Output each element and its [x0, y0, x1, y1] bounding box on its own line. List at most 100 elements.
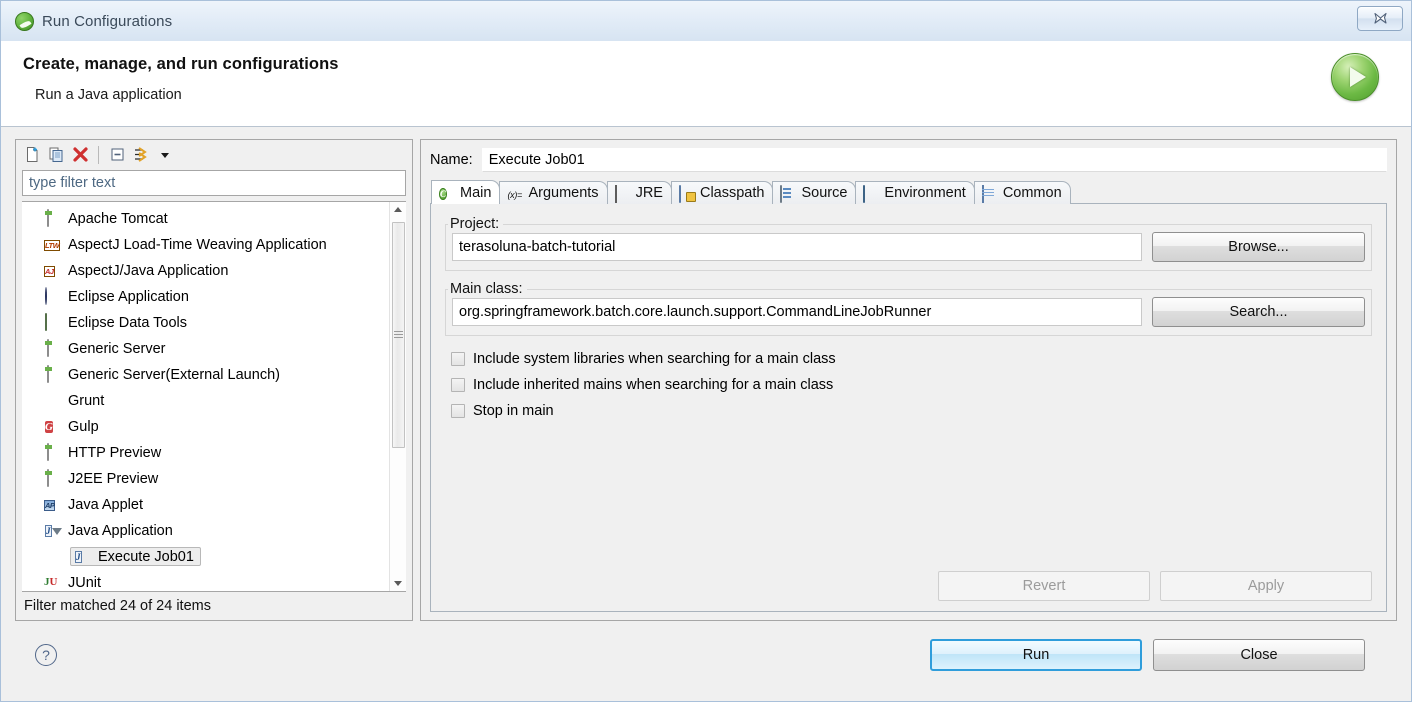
include-system-libraries-row[interactable]: Include system libraries when searching … — [445, 346, 1372, 372]
tree-item-java-application[interactable]: J Java Application — [22, 518, 389, 544]
include-system-libraries-checkbox[interactable] — [451, 352, 465, 366]
checkbox-label: Include inherited mains when searching f… — [473, 377, 834, 393]
tree-item-j2ee-preview[interactable]: J2EE Preview — [22, 466, 389, 492]
server-icon — [44, 365, 61, 384]
collapse-all-icon[interactable] — [106, 144, 128, 166]
tree-scrollbar[interactable] — [389, 201, 407, 592]
project-group: Project: Browse... — [445, 216, 1372, 271]
page-subtitle: Run a Java application — [35, 87, 182, 103]
scrollbar-grip-icon — [393, 329, 403, 340]
server-icon — [44, 339, 61, 358]
arguments-tab-icon: (x)= — [507, 189, 522, 200]
close-icon[interactable] — [1357, 6, 1403, 31]
scroll-up-arrow-icon[interactable] — [390, 202, 407, 218]
copy-page-icon[interactable] — [45, 144, 67, 166]
dialog-header: Create, manage, and run configurations R… — [1, 41, 1411, 127]
new-page-icon[interactable] — [21, 144, 43, 166]
browse-button[interactable]: Browse... — [1152, 232, 1365, 262]
server-icon — [44, 443, 61, 462]
tree-item-label: Gulp — [68, 418, 99, 435]
stop-in-main-checkbox[interactable] — [451, 404, 465, 418]
include-inherited-mains-checkbox[interactable] — [451, 378, 465, 392]
search-button[interactable]: Search... — [1152, 297, 1365, 327]
tree-item-label: Apache Tomcat — [68, 210, 168, 227]
tab-jre[interactable]: JRE — [606, 181, 672, 204]
tree-item-eclipse-data-tools[interactable]: Eclipse Data Tools — [22, 310, 389, 336]
page-title: Create, manage, and run configurations — [23, 55, 339, 73]
tree-item-gulp[interactable]: G Gulp — [22, 414, 389, 440]
tree-item-label: AspectJ/Java Application — [68, 262, 229, 279]
configuration-editor-panel: Name: C Main (x)= Arguments JRE — [420, 139, 1397, 621]
pane-spacer — [445, 424, 1372, 565]
green-run-play-icon — [1331, 53, 1379, 101]
stop-in-main-row[interactable]: Stop in main — [445, 398, 1372, 424]
common-tab-icon — [981, 184, 998, 203]
red-x-delete-icon[interactable] — [69, 144, 91, 166]
tree-item-http-preview[interactable]: HTTP Preview — [22, 440, 389, 466]
run-button[interactable]: Run — [930, 639, 1142, 671]
tree-item-generic-server[interactable]: Generic Server — [22, 336, 389, 362]
name-row: Name: — [430, 148, 1387, 172]
filter-arrow-icon[interactable] — [130, 144, 152, 166]
tree-item-generic-server-external[interactable]: Generic Server(External Launch) — [22, 362, 389, 388]
source-tab-icon — [780, 184, 796, 203]
help-question-icon[interactable]: ? — [35, 644, 57, 666]
configuration-tabs: C Main (x)= Arguments JRE Classpath Sour… — [431, 180, 1387, 204]
tree-item-eclipse-application[interactable]: Eclipse Application — [22, 284, 389, 310]
main-class-label: Main class: — [450, 281, 523, 297]
project-input[interactable] — [452, 233, 1142, 261]
tree-item-java-applet[interactable]: AP Java Applet — [22, 492, 389, 518]
tree-item-label: Generic Server — [68, 340, 166, 357]
tree-item-label: Java Applet — [68, 496, 143, 513]
tree-item-aspectj-java[interactable]: AJ AspectJ/Java Application — [22, 258, 389, 284]
tree-item-label: Eclipse Application — [68, 288, 189, 305]
main-class-group: Main class: Search... — [445, 281, 1372, 336]
tab-label: Environment — [884, 185, 966, 201]
chevron-down-icon[interactable] — [154, 144, 176, 166]
java-application-icon: J — [75, 551, 82, 564]
tab-source[interactable]: Source — [772, 181, 857, 204]
tab-label: JRE — [635, 185, 663, 201]
tab-arguments[interactable]: (x)= Arguments — [499, 181, 608, 204]
tab-common[interactable]: Common — [973, 181, 1071, 204]
dialog-footer: ? Run Close — [15, 621, 1397, 689]
environment-tab-icon — [863, 184, 879, 203]
eclipse-icon — [44, 287, 61, 306]
scrollbar-thumb[interactable] — [391, 221, 405, 448]
tree-item-label: JUnit — [68, 574, 102, 591]
apply-button[interactable]: Apply — [1160, 571, 1372, 601]
tree-item-aspectj-ltw[interactable]: LTW AspectJ Load-Time Weaving Application — [22, 232, 389, 258]
tab-environment[interactable]: Environment — [855, 181, 975, 204]
java-applet-icon: AP — [44, 500, 56, 512]
tree-item-junit[interactable]: JU JUnit — [22, 570, 389, 592]
configuration-name-input[interactable] — [481, 148, 1387, 172]
server-icon — [44, 469, 61, 488]
main-class-input[interactable] — [452, 298, 1142, 326]
search-input[interactable] — [22, 169, 406, 196]
checkbox-label: Include system libraries when searching … — [473, 351, 836, 367]
project-label: Project: — [450, 216, 500, 232]
database-icon — [44, 313, 61, 332]
tree-item-label: Eclipse Data Tools — [68, 314, 188, 331]
tree-item-apache-tomcat[interactable]: Apache Tomcat — [22, 206, 389, 232]
ltw-icon: LTW — [44, 240, 61, 252]
include-inherited-mains-row[interactable]: Include inherited mains when searching f… — [445, 372, 1372, 398]
grunt-icon — [44, 392, 61, 409]
close-button[interactable]: Close — [1153, 639, 1365, 671]
filter-status-text: Filter matched 24 of 24 items — [24, 598, 211, 615]
title-bar: Run Configurations — [1, 1, 1411, 41]
configurations-tree-panel: Apache Tomcat LTW AspectJ Load-Time Weavi… — [15, 139, 413, 621]
scrollbar-track[interactable] — [390, 218, 407, 576]
tree-item-label: HTTP Preview — [68, 444, 162, 461]
tab-classpath[interactable]: Classpath — [670, 181, 774, 204]
tree-toolbar — [16, 140, 412, 170]
scroll-down-arrow-icon[interactable] — [390, 575, 407, 591]
tree-scroll-area: Apache Tomcat LTW AspectJ Load-Time Weavi… — [22, 200, 407, 593]
tree-item-execute-job01[interactable]: J Execute Job01 — [22, 544, 389, 570]
tree-item-grunt[interactable]: Grunt — [22, 388, 389, 414]
tab-main[interactable]: C Main — [431, 180, 501, 204]
window-title: Run Configurations — [42, 12, 173, 30]
revert-button[interactable]: Revert — [938, 571, 1150, 601]
tab-label: Main — [460, 184, 492, 201]
revert-apply-bar: Revert Apply — [445, 571, 1372, 611]
